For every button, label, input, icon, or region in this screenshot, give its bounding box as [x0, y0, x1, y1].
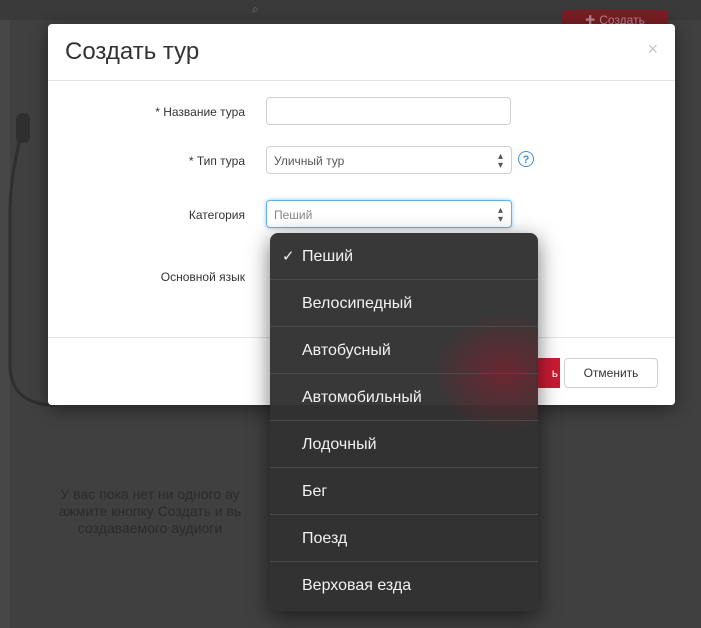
tour-type-value: Уличный тур [274, 154, 345, 168]
dropdown-option[interactable]: Бег [270, 468, 538, 515]
tour-type-row: * Тип тура Уличный тур ▴ ▾ ? [48, 146, 675, 178]
category-select[interactable]: Пеший ▴ ▾ [266, 200, 512, 228]
option-label: Пеший [302, 248, 354, 265]
option-label: Верховая езда [302, 577, 412, 594]
select-arrows-icon: ▴ ▾ [497, 151, 503, 171]
tour-name-row: * Название тура [48, 97, 675, 129]
dropdown-option[interactable]: ✓ Пеший [270, 233, 538, 280]
tour-type-select[interactable]: Уличный тур ▴ ▾ [266, 146, 512, 174]
dropdown-option[interactable]: Велосипедный [270, 280, 538, 327]
empty-line-3: создаваемого аудиоги [77, 520, 223, 536]
option-label: Велосипедный [302, 295, 413, 312]
tour-type-label: * Тип тура [188, 154, 245, 168]
select-arrows-icon: ▴ ▾ [497, 205, 503, 225]
dropdown-option[interactable]: Автобусный [270, 327, 538, 374]
category-row: Категория Пеший ▴ ▾ [48, 200, 675, 232]
category-value: Пеший [274, 208, 313, 222]
option-label: Поезд [302, 530, 348, 547]
option-label: Бег [302, 483, 328, 500]
option-label: Лодочный [302, 436, 377, 453]
modal-header: Создать тур × [48, 24, 675, 81]
help-icon[interactable]: ? [518, 151, 534, 167]
tour-name-label: * Название тура [155, 105, 245, 119]
dropdown-option[interactable]: Поезд [270, 515, 538, 562]
modal-title: Создать тур [65, 38, 200, 65]
dropdown-option[interactable]: Автомобильный [270, 374, 538, 421]
option-label: Автомобильный [302, 389, 422, 406]
check-icon: ✓ [282, 248, 295, 265]
save-button[interactable]: ь [536, 358, 560, 388]
category-dropdown: ✓ Пеший Велосипедный Автобусный Автомоби… [270, 233, 538, 611]
tour-name-input[interactable] [266, 97, 511, 125]
empty-line-2: ажмите кнопку Создать и вь [58, 503, 242, 519]
option-label: Автобусный [302, 342, 391, 359]
cancel-button[interactable]: Отменить [564, 358, 658, 388]
close-icon[interactable]: × [647, 39, 658, 60]
search-icon: ⌕ [252, 2, 259, 16]
dropdown-option[interactable]: Верховая езда [270, 562, 538, 609]
category-label: Категория [188, 208, 245, 222]
background-empty-message: У вас пока нет ни одного ау ажмите кнопк… [0, 486, 300, 537]
dropdown-option[interactable]: Лодочный [270, 421, 538, 468]
empty-line-1: У вас пока нет ни одного ау [60, 486, 240, 502]
language-label: Основной язык [160, 270, 245, 284]
